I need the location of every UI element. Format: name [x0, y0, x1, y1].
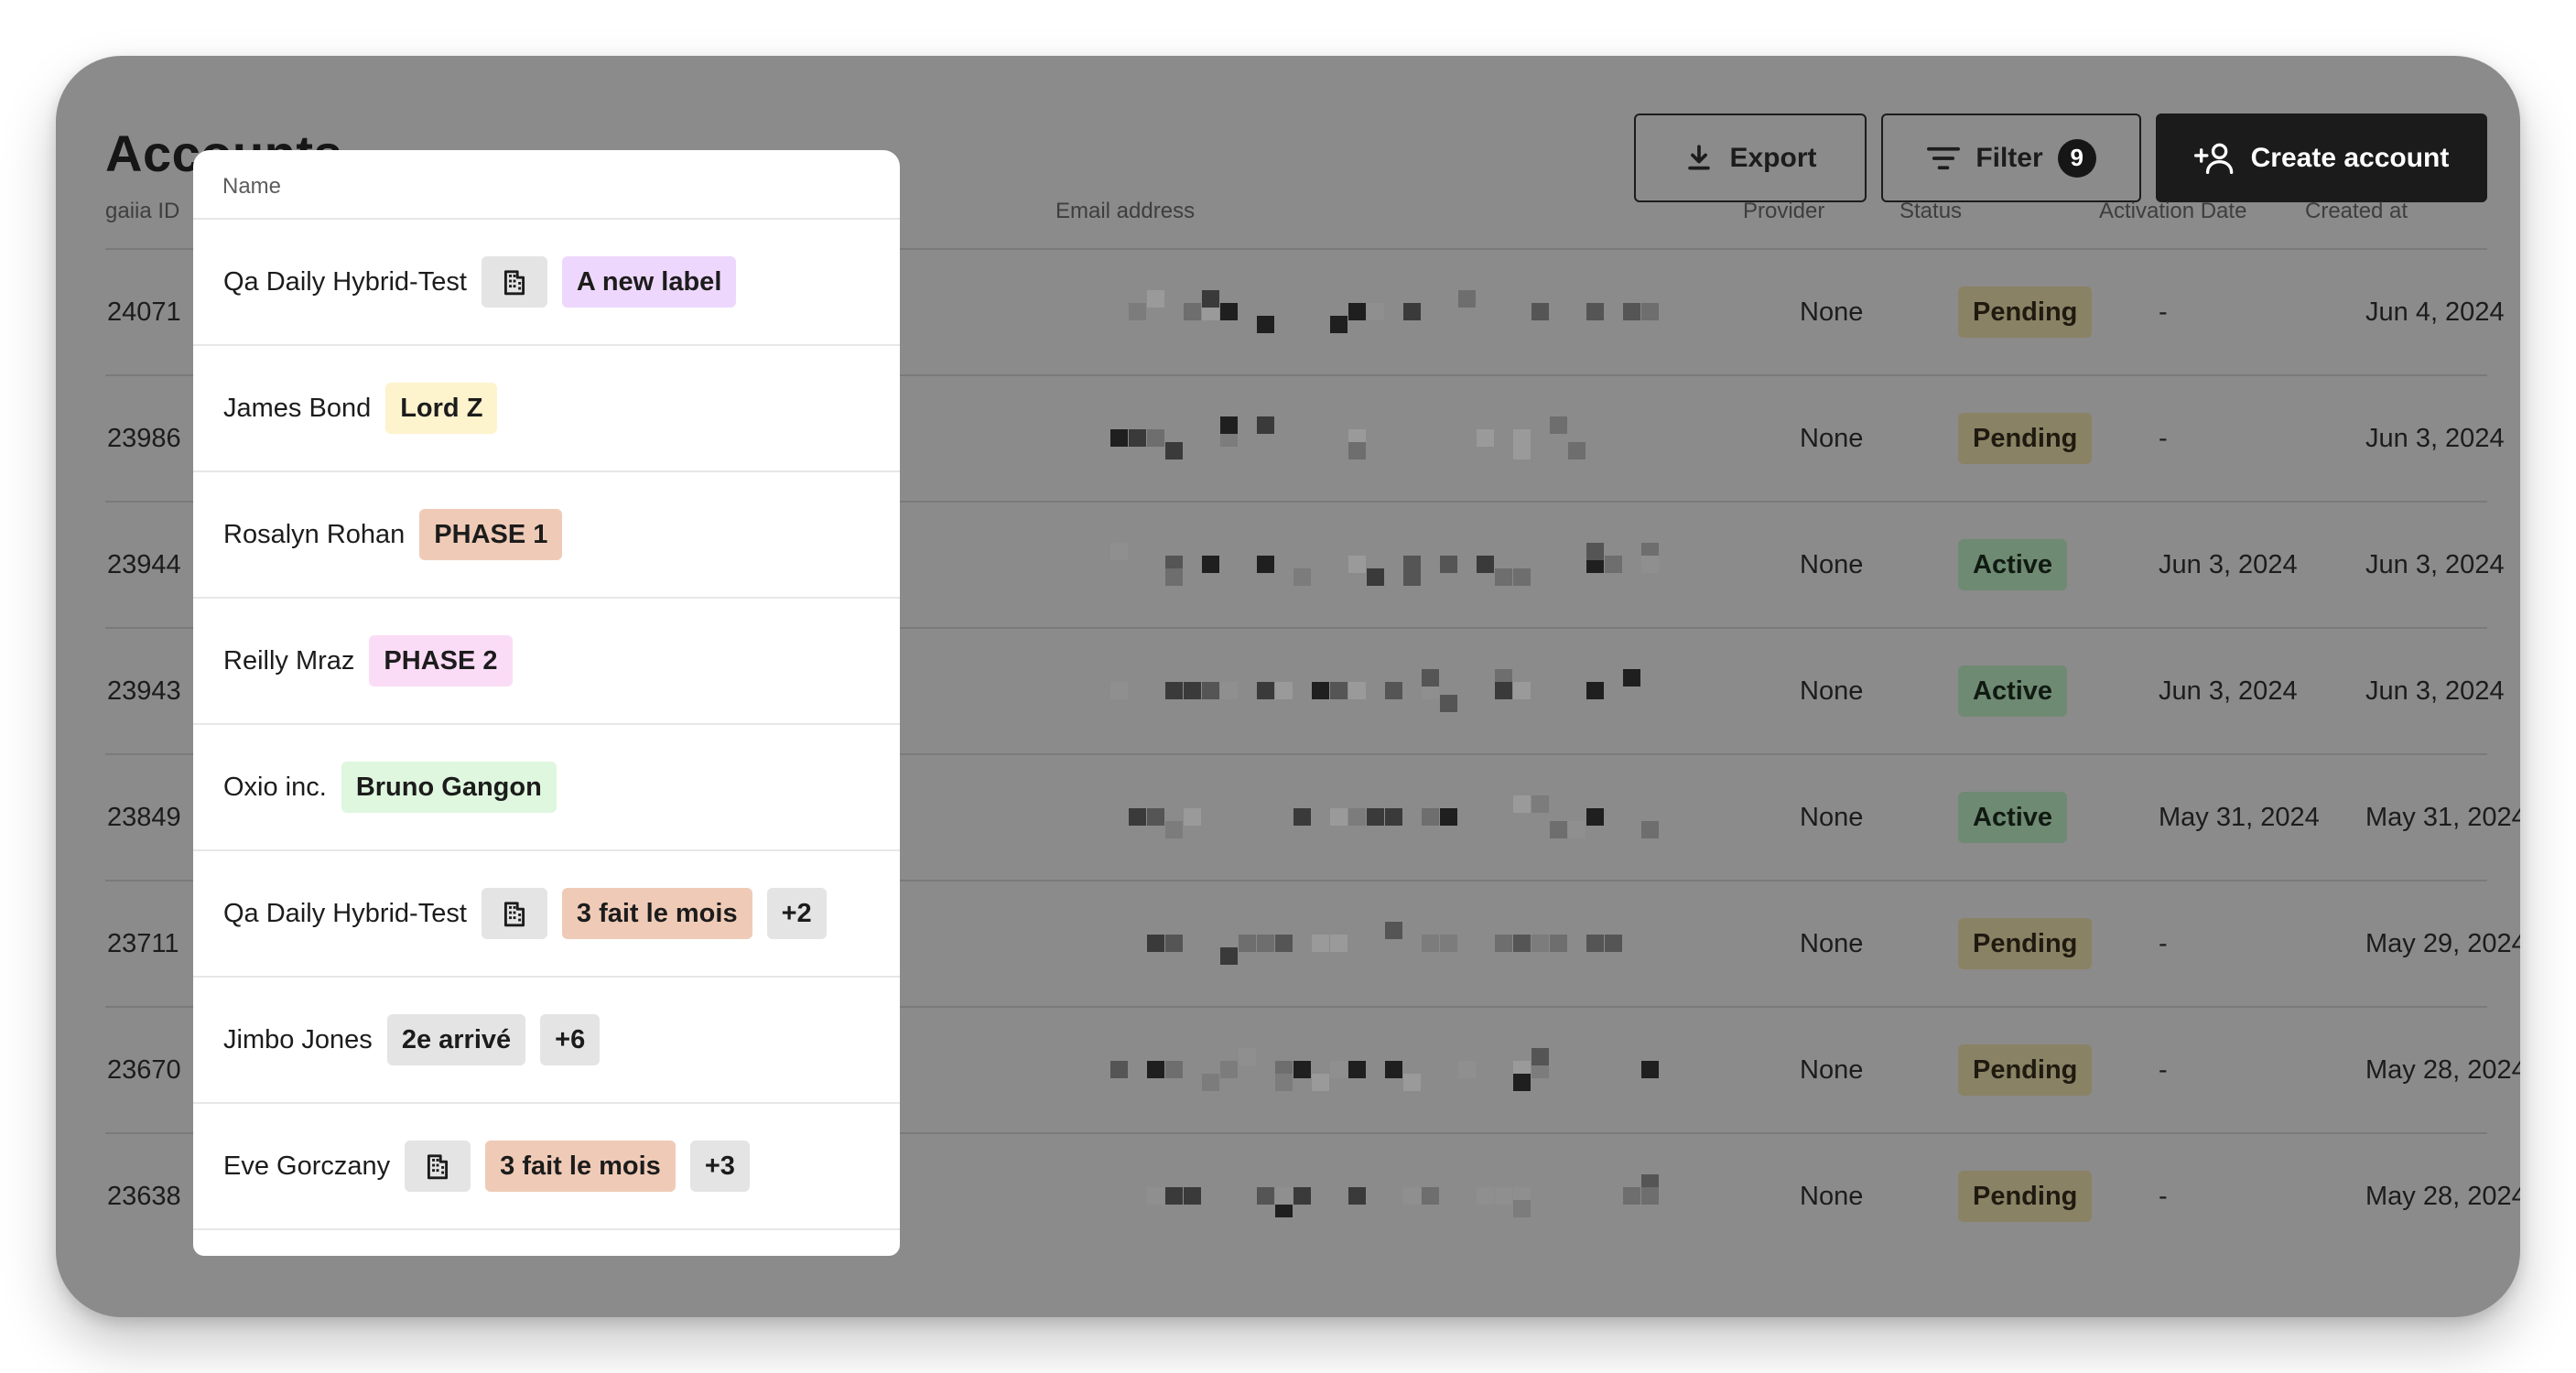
name-cell[interactable]: Eve Gorczany 3 fait le mois +3	[193, 1104, 900, 1230]
status-badge: Active	[1958, 539, 2068, 590]
more-tags-badge[interactable]: +2	[766, 888, 827, 939]
created-date: May 31, 2024	[2365, 803, 2520, 832]
account-name[interactable]: Jimbo Jones	[223, 1025, 373, 1055]
activation-date: -	[2159, 929, 2168, 958]
building-icon	[481, 256, 547, 308]
email-redacted	[1110, 416, 1660, 462]
account-tag: A new label	[561, 256, 737, 308]
name-cell[interactable]: Qa Daily Hybrid-Test A new label	[193, 220, 900, 346]
created-date: Jun 3, 2024	[2365, 676, 2505, 706]
building-icon	[405, 1141, 471, 1192]
provider-value: None	[1800, 550, 1864, 579]
filter-count-badge: 9	[2057, 138, 2096, 178]
email-redacted	[1110, 922, 1660, 968]
account-id: 23944	[107, 550, 181, 579]
name-cell[interactable]: James Bond Lord Z	[193, 346, 900, 472]
email-redacted	[1110, 795, 1660, 841]
status-badge: Pending	[1958, 413, 2093, 464]
email-redacted	[1110, 669, 1660, 715]
column-header-activation[interactable]: Activation Date	[2099, 175, 2246, 248]
account-name[interactable]: Eve Gorczany	[223, 1151, 390, 1182]
created-date: Jun 4, 2024	[2365, 297, 2505, 327]
create-account-label: Create account	[2250, 142, 2450, 173]
name-cell[interactable]: Jimbo Jones 2e arrivé +6	[193, 978, 900, 1104]
account-name[interactable]: Rosalyn Rohan	[223, 520, 405, 550]
account-tag: 3 fait le mois	[485, 1141, 676, 1192]
account-name[interactable]: Oxio inc.	[223, 773, 327, 803]
activation-date: Jun 3, 2024	[2159, 550, 2298, 579]
account-id: 23849	[107, 803, 181, 832]
building-icon	[481, 888, 547, 939]
name-column-panel: Name Qa Daily Hybrid-Test A new label Jame…	[193, 150, 900, 1256]
status-badge: Pending	[1958, 1171, 2093, 1222]
created-date: May 28, 2024	[2365, 1182, 2520, 1211]
column-header-name[interactable]: Name	[193, 150, 900, 220]
more-tags-badge[interactable]: +3	[689, 1141, 750, 1192]
more-tags-badge[interactable]: +6	[540, 1014, 601, 1065]
name-cell[interactable]: Oxio inc. Bruno Gangon	[193, 725, 900, 851]
column-header-created[interactable]: Created at	[2305, 175, 2408, 248]
filter-label: Filter	[1975, 142, 2043, 173]
status-badge: Pending	[1958, 918, 2093, 969]
email-redacted	[1110, 543, 1660, 589]
account-id: 24071	[107, 297, 181, 327]
export-label: Export	[1729, 142, 1817, 173]
account-name[interactable]: Qa Daily Hybrid-Test	[223, 267, 467, 297]
account-id: 23638	[107, 1182, 181, 1211]
account-tag: Bruno Gangon	[341, 762, 557, 813]
account-tag: PHASE 1	[419, 509, 563, 560]
account-id: 23670	[107, 1055, 181, 1085]
email-redacted	[1110, 290, 1660, 336]
created-date: Jun 3, 2024	[2365, 550, 2505, 579]
activation-date: Jun 3, 2024	[2159, 676, 2298, 706]
filter-icon	[1926, 143, 1961, 174]
activation-date: -	[2159, 1055, 2168, 1085]
email-redacted	[1110, 1174, 1660, 1220]
activation-date: -	[2159, 297, 2168, 327]
status-badge: Pending	[1958, 1044, 2093, 1096]
activation-date: -	[2159, 424, 2168, 453]
column-header-provider[interactable]: Provider	[1743, 175, 1824, 248]
activation-date: -	[2159, 1182, 2168, 1211]
account-id: 23986	[107, 424, 181, 453]
created-date: Jun 3, 2024	[2365, 424, 2505, 453]
status-badge: Active	[1958, 665, 2068, 717]
account-id: 23711	[107, 929, 179, 958]
provider-value: None	[1800, 803, 1864, 832]
download-icon	[1683, 143, 1715, 174]
account-name[interactable]: James Bond	[223, 394, 371, 424]
provider-value: None	[1800, 424, 1864, 453]
activation-date: May 31, 2024	[2159, 803, 2320, 832]
account-id: 23943	[107, 676, 181, 706]
name-cell[interactable]: Rosalyn Rohan PHASE 1	[193, 472, 900, 599]
account-name[interactable]: Reilly Mraz	[223, 646, 354, 676]
created-date: May 28, 2024	[2365, 1055, 2520, 1085]
status-badge: Pending	[1958, 286, 2093, 338]
account-tag: PHASE 2	[369, 635, 513, 686]
provider-value: None	[1800, 1055, 1864, 1085]
status-badge: Active	[1958, 792, 2068, 843]
account-tag: 2e arrivé	[386, 1014, 526, 1065]
account-name[interactable]: Qa Daily Hybrid-Test	[223, 899, 467, 929]
account-tag: 3 fait le mois	[561, 888, 752, 939]
email-redacted	[1110, 1048, 1660, 1094]
created-date: May 29, 2024	[2365, 929, 2520, 958]
provider-value: None	[1800, 1182, 1864, 1211]
column-header-id-label: gaiia ID	[105, 199, 180, 223]
column-header-status[interactable]: Status	[1900, 175, 1962, 248]
account-tag: Lord Z	[385, 383, 498, 434]
provider-value: None	[1800, 929, 1864, 958]
add-user-icon	[2193, 141, 2236, 176]
provider-value: None	[1800, 676, 1864, 706]
name-cell[interactable]: Qa Daily Hybrid-Test 3 fait le mois +2	[193, 851, 900, 978]
name-cell[interactable]: Reilly Mraz PHASE 2	[193, 599, 900, 725]
provider-value: None	[1800, 297, 1864, 327]
column-header-email[interactable]: Email address	[1055, 175, 1195, 248]
